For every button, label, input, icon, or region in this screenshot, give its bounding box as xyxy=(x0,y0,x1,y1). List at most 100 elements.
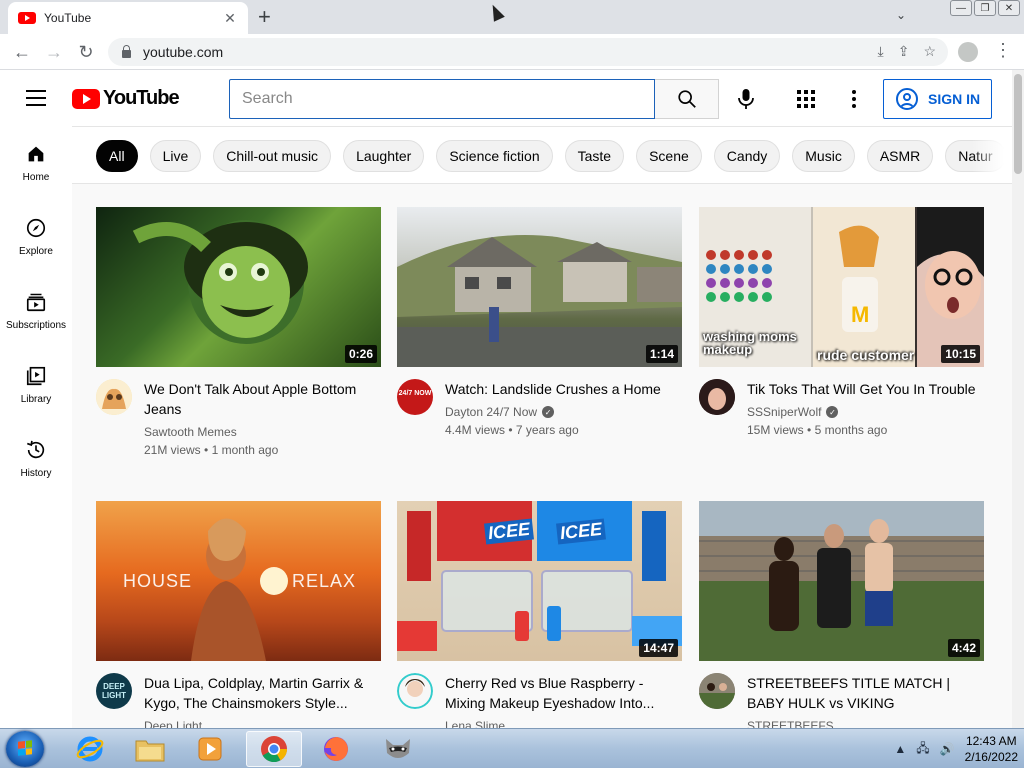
history-icon xyxy=(24,438,48,462)
video-thumbnail[interactable]: 0:26 xyxy=(96,207,381,367)
chip-scene[interactable]: Scene xyxy=(636,140,702,172)
restore-button[interactable]: ❐ xyxy=(974,0,996,16)
tab-title: YouTube xyxy=(44,11,92,25)
search-button[interactable] xyxy=(655,79,719,119)
tab-search-chevron-icon[interactable]: ⌄ xyxy=(896,8,906,22)
bookmark-star-icon[interactable]: ☆ xyxy=(923,43,936,60)
view-count: 15M views xyxy=(747,423,804,437)
back-button[interactable]: ← xyxy=(10,40,34,64)
channel-avatar[interactable] xyxy=(96,379,132,415)
network-icon[interactable]: 🖧 xyxy=(916,739,929,760)
verified-badge-icon: ✓ xyxy=(826,406,839,418)
video-title[interactable]: STREETBEEFS TITLE MATCH | BABY HULK vs V… xyxy=(747,673,984,713)
address-bar[interactable]: youtube.com ⤓ ⇪ ☆ xyxy=(108,38,948,66)
lock-icon[interactable] xyxy=(122,45,131,58)
chip-all[interactable]: All xyxy=(96,140,138,172)
video-thumbnail[interactable]: ICEE ICEE 14:47 xyxy=(397,501,682,661)
close-tab-icon[interactable]: ✕ xyxy=(222,10,238,27)
chip-live[interactable]: Live xyxy=(149,140,202,172)
download-icon[interactable]: ⤓ xyxy=(878,43,884,60)
channel-avatar[interactable] xyxy=(699,379,735,415)
close-window-button[interactable]: ✕ xyxy=(998,0,1020,16)
search-box[interactable] xyxy=(229,79,655,119)
video-stats: 4.4M views • 7 years ago xyxy=(445,423,579,437)
settings-more-icon[interactable] xyxy=(846,87,862,111)
show-hidden-icons-icon[interactable]: ▲ xyxy=(894,742,906,756)
url-text[interactable]: youtube.com xyxy=(143,44,223,60)
page-scrollbar[interactable] xyxy=(1012,70,1024,728)
taskbar-chrome[interactable] xyxy=(246,731,302,767)
channel-name[interactable]: Dayton 24/7 Now xyxy=(445,405,537,419)
minimize-button[interactable]: — xyxy=(950,0,972,16)
channel-name[interactable]: STREETBEEFS xyxy=(747,719,834,728)
account-circle-icon xyxy=(896,88,918,110)
video-card[interactable]: 1:14 24/7 NOW Watch: Landslide Crushes a… xyxy=(397,207,682,437)
hamburger-menu-icon[interactable] xyxy=(26,90,46,111)
channel-avatar[interactable]: 24/7 NOW xyxy=(397,379,433,415)
chip-science-fiction[interactable]: Science fiction xyxy=(436,140,553,172)
taskbar-media-player[interactable] xyxy=(182,731,238,767)
video-card[interactable]: M washing moms makeup rude customer 10:1… xyxy=(699,207,984,437)
new-tab-button[interactable]: + xyxy=(258,5,271,29)
taskbar-internet-explorer[interactable] xyxy=(62,731,118,767)
video-title[interactable]: Cherry Red vs Blue Raspberry - Mixing Ma… xyxy=(445,673,682,713)
mini-guide: Home Explore Subscriptions Library Histo… xyxy=(0,126,72,728)
reload-button[interactable]: ↻ xyxy=(74,40,98,64)
video-card[interactable]: ICEE ICEE 14:47 Cherry Red vs Blue Raspb… xyxy=(397,501,682,728)
system-clock[interactable]: 12:43 AM 2/16/2022 xyxy=(965,733,1018,765)
guide-item-explore[interactable]: Explore xyxy=(0,200,72,274)
channel-avatar[interactable] xyxy=(397,673,433,709)
channel-name[interactable]: SSSniperWolf xyxy=(747,405,821,419)
youtube-apps-button[interactable] xyxy=(796,89,816,109)
scrollbar-thumb[interactable] xyxy=(1014,74,1022,174)
profile-avatar-icon[interactable] xyxy=(958,42,978,62)
search-input[interactable] xyxy=(242,90,654,108)
channel-name[interactable]: Sawtooth Memes xyxy=(144,425,237,439)
chip-asmr[interactable]: ASMR xyxy=(866,140,934,172)
guide-item-library[interactable]: Library xyxy=(0,348,72,422)
thumbnail-caption-left: washing moms makeup xyxy=(703,329,797,357)
forward-button[interactable]: → xyxy=(42,40,66,64)
video-duration: 0:26 xyxy=(344,345,377,363)
share-icon[interactable]: ⇪ xyxy=(898,43,910,60)
volume-icon[interactable]: 🔊 xyxy=(940,742,955,756)
chip-chill-out-music[interactable]: Chill-out music xyxy=(213,140,332,172)
clock-date: 2/16/2022 xyxy=(964,750,1018,764)
upload-age: 5 months ago xyxy=(814,423,888,437)
channel-avatar[interactable]: DEEP LIGHT xyxy=(96,673,132,709)
channel-name[interactable]: Deep Light xyxy=(144,719,202,728)
video-thumbnail[interactable]: HOUSE RELAX xyxy=(96,501,381,661)
taskbar-firefox[interactable] xyxy=(308,731,364,767)
video-title[interactable]: Dua Lipa, Coldplay, Martin Garrix & Kygo… xyxy=(144,673,381,713)
youtube-logo[interactable]: YouTube xyxy=(72,87,180,110)
channel-name[interactable]: Lena Slime xyxy=(445,719,505,728)
browser-menu-icon[interactable]: ⋮ xyxy=(994,40,1012,61)
guide-item-home[interactable]: Home xyxy=(0,126,72,200)
chip-laughter[interactable]: Laughter xyxy=(343,140,425,172)
taskbar-file-explorer[interactable] xyxy=(122,731,178,767)
channel-avatar-text: DEEP LIGHT xyxy=(102,682,126,700)
taskbar-raccoon-app[interactable] xyxy=(370,731,426,767)
sign-in-button[interactable]: SIGN IN xyxy=(883,79,992,119)
guide-label: Library xyxy=(20,394,52,405)
video-thumbnail[interactable]: M washing moms makeup rude customer 10:1… xyxy=(699,207,984,367)
guide-item-history[interactable]: History xyxy=(0,422,72,496)
chip-bar: All Live Chill-out music Laughter Scienc… xyxy=(72,126,1012,184)
video-title[interactable]: We Don't Talk About Apple Bottom Jeans xyxy=(144,379,381,419)
video-card[interactable]: HOUSE RELAX DEEP LIGHT Dua Lipa, Coldpla… xyxy=(96,501,381,728)
chip-candy[interactable]: Candy xyxy=(713,140,781,172)
video-thumbnail[interactable]: 4:42 xyxy=(699,501,984,661)
video-title[interactable]: Tik Toks That Will Get You In Trouble xyxy=(747,379,984,399)
voice-search-button[interactable] xyxy=(734,87,758,111)
browser-tab-youtube[interactable]: YouTube ✕ xyxy=(8,2,248,34)
video-title[interactable]: Watch: Landslide Crushes a Home xyxy=(445,379,682,399)
chip-music[interactable]: Music xyxy=(792,140,855,172)
video-card[interactable]: 0:26 We Don't Talk About Apple Bottom Je… xyxy=(96,207,381,457)
channel-avatar[interactable] xyxy=(699,673,735,709)
video-thumbnail[interactable]: 1:14 xyxy=(397,207,682,367)
guide-item-subscriptions[interactable]: Subscriptions xyxy=(0,274,72,348)
start-button[interactable] xyxy=(6,731,44,767)
chip-taste[interactable]: Taste xyxy=(564,140,625,172)
chrome-icon xyxy=(261,736,288,763)
video-card[interactable]: 4:42 STREETBEEFS TITLE MATCH | BABY HULK… xyxy=(699,501,984,728)
